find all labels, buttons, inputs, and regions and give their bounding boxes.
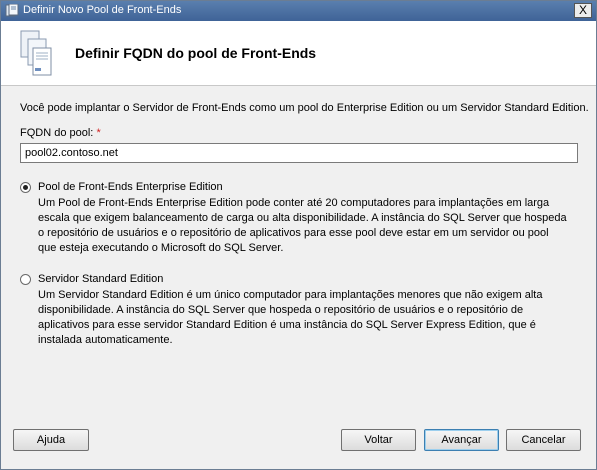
server-stack-icon [20, 30, 52, 76]
fqdn-input[interactable] [20, 143, 578, 163]
cancel-button[interactable]: Cancelar [506, 429, 581, 451]
option-enterprise-description: Um Pool de Front-Ends Enterprise Edition… [38, 196, 578, 256]
intro-text: Você pode implantar o Servidor de Front-… [20, 102, 589, 114]
next-button[interactable]: Avançar [424, 429, 499, 451]
app-icon [5, 4, 19, 17]
description-line: disponibilidade. A instância do SQL Serv… [38, 304, 524, 316]
radio-standard-edition[interactable] [20, 274, 31, 285]
description-line: que esteja executando o Microsoft do SQL… [38, 242, 284, 254]
option-standard-description: Um Servidor Standard Edition é um único … [38, 288, 578, 348]
description-line: instalada automaticamente. [38, 334, 173, 346]
page-title: Definir FQDN do pool de Front-Ends [75, 45, 317, 61]
help-button[interactable]: Ajuda [13, 429, 89, 451]
description-line: Um Servidor Standard Edition é um único … [38, 289, 543, 301]
description-line: aplicativos para esse servidor Standard … [38, 319, 536, 331]
required-marker: * [96, 127, 101, 139]
option-standard-title[interactable]: Servidor Standard Edition [38, 273, 163, 285]
close-button[interactable]: X [574, 3, 592, 18]
dialog-window: Definir Novo Pool de Front-Ends X Defini… [0, 0, 597, 470]
radio-enterprise-edition[interactable] [20, 182, 31, 193]
description-line: escala que exigem balanceamento de carga… [38, 212, 567, 224]
description-line: Um Pool de Front-Ends Enterprise Edition… [38, 197, 550, 209]
fqdn-label-text: FQDN do pool: [20, 127, 94, 139]
option-enterprise-title[interactable]: Pool de Front-Ends Enterprise Edition [38, 181, 223, 193]
fqdn-label: FQDN do pool: * [20, 127, 101, 139]
description-line: o repositório de usuários e o repositóri… [38, 227, 549, 239]
wizard-header: Definir FQDN do pool de Front-Ends [1, 21, 596, 86]
back-button[interactable]: Voltar [341, 429, 416, 451]
window-title: Definir Novo Pool de Front-Ends [23, 4, 182, 16]
title-bar[interactable]: Definir Novo Pool de Front-Ends X [1, 1, 596, 21]
